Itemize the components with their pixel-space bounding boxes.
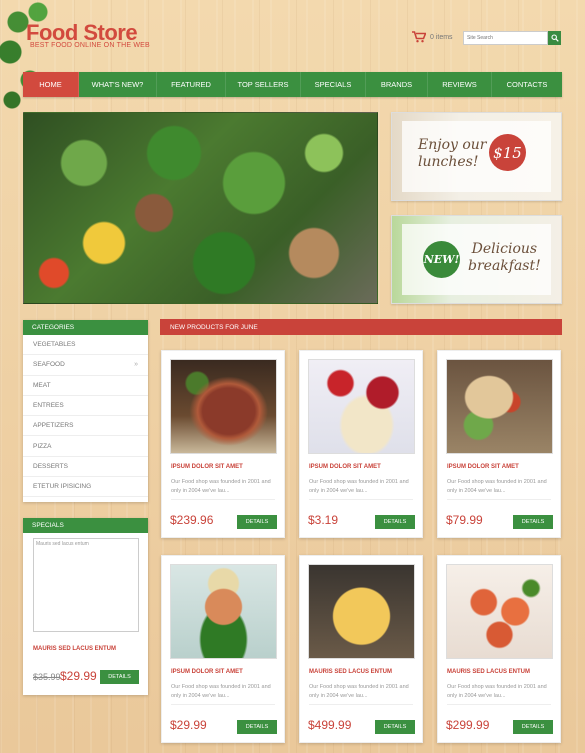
main-nav: HOME WHAT'S NEW? FEATURED TOP SELLERS SP…: [23, 72, 562, 97]
banner-breakfast-line2: breakfast!: [468, 258, 541, 274]
categories-list: VEGETABLES SEAFOOD » MEAT ENTREES APPETIZ…: [23, 335, 148, 498]
product-name[interactable]: MAURIS SED LACUS ENTUM: [447, 669, 530, 675]
product-card: IPSUM DOLOR SIT AMET Our Food shop was f…: [161, 555, 285, 743]
nav-item-specials[interactable]: SPECIALS: [301, 72, 366, 97]
nav-item-brands[interactable]: BRANDS: [366, 72, 428, 97]
cart-icon: [412, 31, 426, 43]
product-price: $29.99: [170, 718, 207, 732]
product-price: $3.19: [308, 513, 339, 527]
specials-title: SPECIALS: [23, 518, 148, 533]
details-button[interactable]: DETAILS: [513, 720, 553, 734]
product-card: IPSUM DOLOR SIT AMET Our Food shop was f…: [161, 350, 285, 538]
banner-lunches-line2: lunches!: [418, 154, 479, 170]
product-image[interactable]: [170, 564, 277, 659]
categories-title: CATEGORIES: [23, 320, 148, 335]
cart-count: 0 items: [430, 33, 453, 41]
search-button[interactable]: [548, 31, 561, 45]
product-name[interactable]: IPSUM DOLOR SIT AMET: [309, 464, 381, 470]
divider: [171, 704, 275, 705]
category-item[interactable]: PIZZA: [23, 436, 148, 457]
divider: [309, 499, 413, 500]
divider: [447, 499, 551, 500]
search-input[interactable]: [463, 31, 548, 45]
product-name[interactable]: IPSUM DOLOR SIT AMET: [171, 464, 243, 470]
category-label: APPETIZERS: [33, 422, 74, 430]
product-card: MAURIS SED LACUS ENTUM Our Food shop was…: [437, 555, 561, 743]
product-card: MAURIS SED LACUS ENTUM Our Food shop was…: [299, 555, 423, 743]
category-item[interactable]: VEGETABLES: [23, 335, 148, 356]
product-description: Our Food shop was founded in 2001 and on…: [447, 684, 547, 699]
product-image[interactable]: [308, 564, 415, 659]
product-description: Our Food shop was founded in 2001 and on…: [309, 684, 409, 699]
category-label: SEAFOOD: [33, 361, 65, 369]
banner-lunches[interactable]: Enjoy our lunches! $15: [391, 112, 562, 201]
new-badge: NEW!: [423, 241, 460, 278]
nav-item-reviews[interactable]: REVIEWS: [428, 72, 492, 97]
nav-item-top-sellers[interactable]: TOP SELLERS: [226, 72, 301, 97]
product-card: IPSUM DOLOR SIT AMET Our Food shop was f…: [437, 350, 561, 538]
product-image[interactable]: [308, 359, 415, 454]
logo-tagline: BEST FOOD ONLINE ON THE WEB: [30, 42, 150, 49]
category-label: MEAT: [33, 381, 51, 389]
nav-item-contacts[interactable]: CONTACTS: [492, 72, 562, 97]
product-price: $299.99: [446, 718, 490, 732]
price-badge: $15: [489, 134, 526, 171]
category-label: ETETUR IPISICING: [33, 483, 92, 491]
product-image[interactable]: [170, 359, 277, 454]
divider: [447, 704, 551, 705]
category-label: PIZZA: [33, 442, 52, 450]
new-products-title: NEW PRODUCTS FOR JUNE: [160, 319, 562, 335]
product-name[interactable]: IPSUM DOLOR SIT AMET: [171, 669, 243, 675]
special-old-price: $35.99: [33, 672, 61, 682]
cart-link[interactable]: 0 items: [412, 31, 453, 43]
banner-lunches-text: Enjoy our lunches!: [418, 137, 487, 171]
product-price: $239.96: [170, 513, 214, 527]
special-product-image[interactable]: Mauris sed lacus entum: [33, 538, 139, 632]
category-label: ENTREES: [33, 402, 64, 410]
details-button[interactable]: DETAILS: [375, 720, 415, 734]
banner-lunches-line1: Enjoy our: [418, 137, 487, 153]
category-label: VEGETABLES: [33, 341, 76, 349]
details-button[interactable]: DETAILS: [237, 720, 277, 734]
product-description: Our Food shop was founded in 2001 and on…: [309, 479, 409, 494]
banner-breakfast-text: Delicious breakfast!: [468, 241, 541, 275]
category-item[interactable]: SEAFOOD »: [23, 355, 148, 376]
special-product-name[interactable]: MAURIS SED LACUS ENTUM: [33, 646, 116, 652]
nav-item-whats-new[interactable]: WHAT'S NEW?: [79, 72, 157, 97]
divider: [309, 704, 413, 705]
herb-decoration: [0, 0, 60, 120]
special-new-price: $29.99: [60, 669, 97, 683]
product-image[interactable]: [446, 564, 553, 659]
product-name[interactable]: IPSUM DOLOR SIT AMET: [447, 464, 519, 470]
category-item[interactable]: APPETIZERS: [23, 416, 148, 437]
divider: [171, 499, 275, 500]
banner-breakfast[interactable]: NEW! Delicious breakfast!: [391, 215, 562, 304]
category-label: DESSERTS: [33, 462, 68, 470]
category-item[interactable]: MEAT: [23, 376, 148, 396]
product-card: IPSUM DOLOR SIT AMET Our Food shop was f…: [299, 350, 423, 538]
chevron-right-icon: »: [134, 361, 138, 369]
category-item[interactable]: ENTREES: [23, 396, 148, 417]
details-button[interactable]: DETAILS: [513, 515, 553, 529]
product-description: Our Food shop was founded in 2001 and on…: [171, 479, 271, 494]
category-item[interactable]: ETETUR IPISICING: [23, 477, 148, 498]
product-price: $499.99: [308, 718, 352, 732]
product-price: $79.99: [446, 513, 483, 527]
product-description: Our Food shop was founded in 2001 and on…: [171, 684, 271, 699]
hero-slider-image[interactable]: [23, 112, 378, 304]
special-details-button[interactable]: DETAILS: [100, 670, 139, 684]
details-button[interactable]: DETAILS: [237, 515, 277, 529]
search-icon: [550, 29, 559, 47]
product-name[interactable]: MAURIS SED LACUS ENTUM: [309, 669, 392, 675]
specials-block: SPECIALS Mauris sed lacus entum MAURIS S…: [23, 518, 148, 695]
nav-item-featured[interactable]: FEATURED: [157, 72, 226, 97]
details-button[interactable]: DETAILS: [375, 515, 415, 529]
category-item[interactable]: DESSERTS: [23, 457, 148, 478]
banner-breakfast-line1: Delicious: [471, 241, 538, 257]
nav-item-home[interactable]: HOME: [23, 72, 79, 97]
product-image[interactable]: [446, 359, 553, 454]
search-form: [463, 31, 561, 45]
categories-block: CATEGORIES VEGETABLES SEAFOOD » MEAT ENTR…: [23, 320, 148, 502]
product-description: Our Food shop was founded in 2001 and on…: [447, 479, 547, 494]
